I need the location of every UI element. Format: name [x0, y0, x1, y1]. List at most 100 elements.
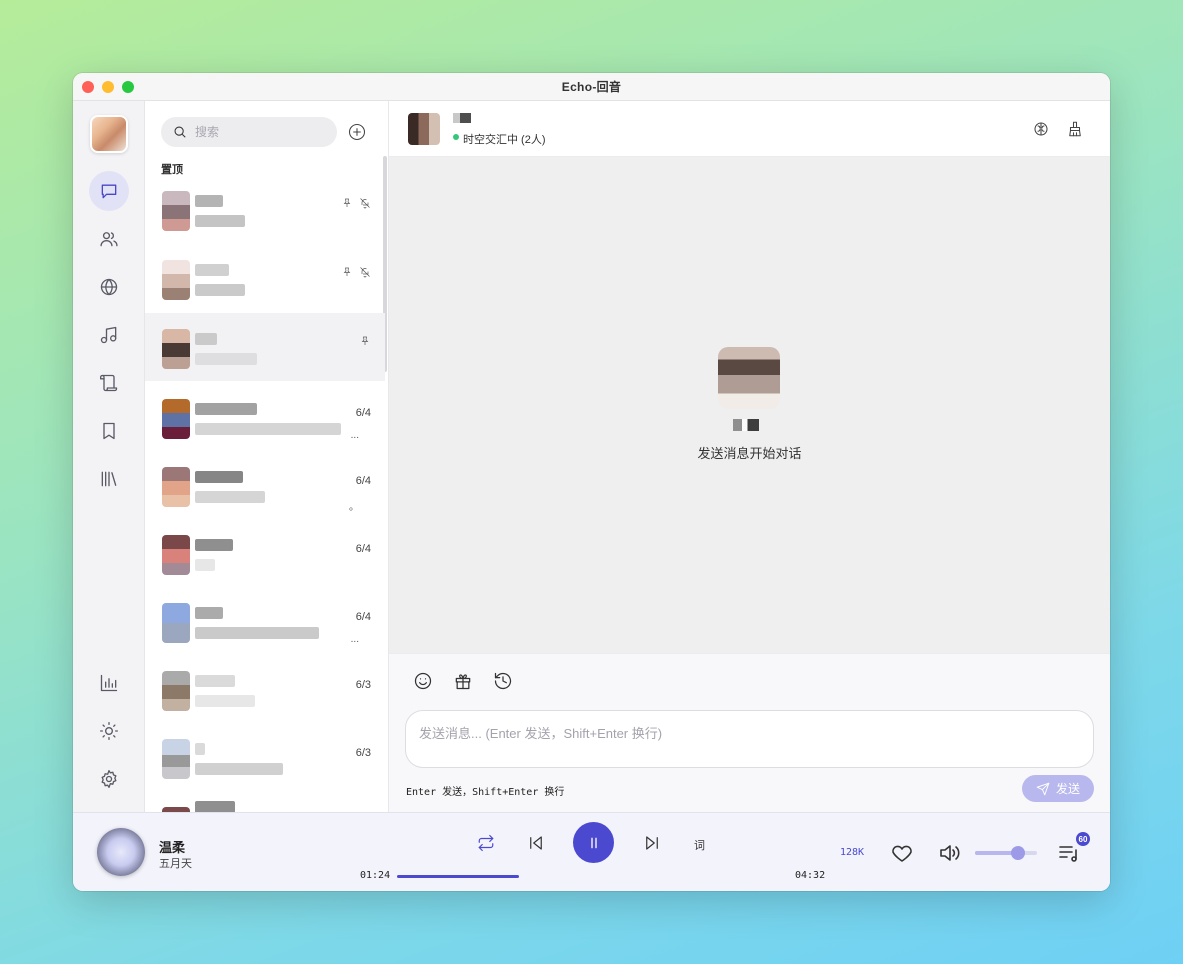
send-button[interactable]: 发送 — [1022, 775, 1094, 802]
conversation-item[interactable]: 6/3 — [145, 655, 385, 723]
conversation-item[interactable]: 6/4 — [145, 519, 385, 587]
conversation-date: 6/4 — [355, 475, 371, 487]
conversation-name — [195, 403, 257, 415]
repeat-icon — [478, 834, 494, 852]
like-button[interactable] — [890, 841, 914, 870]
conversation-item[interactable] — [145, 175, 385, 243]
conversation-avatar — [162, 329, 190, 369]
conversation-avatar — [162, 260, 190, 300]
window-title: Echo-回音 — [561, 80, 622, 94]
group-avatar[interactable] — [408, 113, 440, 145]
conversation-avatar — [162, 191, 190, 231]
conversation-item[interactable]: 6/4 ... — [145, 383, 385, 451]
queue-count-badge: 60 — [1076, 832, 1090, 846]
partner-avatar — [718, 347, 780, 409]
bell-off-icon — [360, 198, 370, 209]
conversation-status-icons — [359, 335, 371, 347]
volume-slider[interactable] — [975, 846, 1037, 860]
input-hint: Enter 发送，Shift+Enter 换行 — [406, 787, 565, 798]
album-art[interactable] — [97, 828, 145, 876]
sun-icon — [100, 722, 119, 740]
conversation-avatar — [162, 467, 190, 507]
conversation-item[interactable] — [145, 791, 385, 812]
lyrics-button[interactable]: 词 — [694, 837, 705, 853]
volume-button[interactable] — [937, 841, 961, 870]
conversation-item[interactable]: 6/3 — [145, 723, 385, 791]
scroll-icon — [100, 374, 118, 392]
volume-knob[interactable] — [1011, 846, 1026, 860]
group-status: 时空交汇中 (2人) — [463, 134, 546, 146]
plus-circle-icon — [348, 123, 366, 141]
window-controls — [82, 81, 134, 93]
partner-name — [733, 419, 759, 431]
conversation-preview — [195, 559, 215, 571]
conversation-preview — [195, 763, 283, 775]
next-button[interactable] — [643, 834, 661, 857]
gift-button[interactable] — [453, 671, 473, 691]
message-input[interactable] — [405, 710, 1094, 768]
conversation-item[interactable]: 6/4 ... — [145, 587, 385, 655]
gear-icon — [101, 770, 117, 788]
conversation-avatar — [162, 603, 190, 643]
history-button[interactable] — [493, 671, 513, 691]
conversation-snippet: 。 — [349, 502, 359, 513]
conversation-name — [195, 264, 229, 276]
conversation-name — [195, 539, 233, 551]
add-conversation-button[interactable] — [348, 123, 366, 141]
current-time: 01:24 — [360, 870, 391, 881]
conversation-snippet: ... — [350, 430, 359, 441]
bookmark-icon — [103, 422, 115, 440]
ai-brain-button[interactable] — [1032, 120, 1050, 138]
minimize-window-button[interactable] — [102, 81, 114, 93]
globe-icon — [100, 278, 118, 296]
conversation-status-icons — [341, 197, 371, 209]
sidebar — [73, 101, 145, 812]
conversation-item[interactable] — [145, 244, 385, 312]
nav-scroll[interactable] — [89, 363, 129, 403]
chart-icon — [100, 674, 118, 692]
close-window-button[interactable] — [82, 81, 94, 93]
pause-button[interactable] — [573, 822, 614, 863]
conversation-list: 置顶 — [145, 101, 389, 812]
clear-chat-button[interactable] — [1066, 120, 1084, 138]
audio-quality-badge[interactable]: 128K — [840, 847, 864, 858]
nav-explore[interactable] — [89, 267, 129, 307]
search-input[interactable] — [195, 125, 325, 139]
pin-icon — [343, 198, 351, 207]
emoji-button[interactable] — [413, 671, 433, 691]
search-box[interactable] — [161, 117, 337, 147]
smile-icon — [414, 672, 432, 690]
conversation-avatar — [162, 399, 190, 439]
send-icon — [1036, 782, 1050, 795]
total-time: 04:32 — [795, 870, 826, 881]
message-icon — [101, 184, 117, 199]
nav-contacts[interactable] — [89, 219, 129, 259]
nav-settings[interactable] — [89, 759, 129, 799]
heart-icon — [892, 845, 912, 862]
previous-button[interactable] — [527, 834, 545, 857]
conversation-snippet: ... — [350, 634, 359, 645]
nav-music[interactable] — [89, 315, 129, 355]
skip-forward-icon — [646, 836, 658, 850]
playlist-icon — [1059, 846, 1077, 862]
pause-icon — [590, 837, 597, 848]
progress-bar[interactable] — [397, 875, 793, 878]
users-icon — [100, 232, 118, 247]
playlist-button[interactable] — [1057, 841, 1081, 870]
conversation-name — [195, 333, 217, 345]
user-avatar[interactable] — [90, 115, 128, 153]
nav-library[interactable] — [89, 459, 129, 499]
conversation-item[interactable]: 6/4 。 — [145, 451, 385, 519]
nav-messages[interactable] — [89, 171, 129, 211]
repeat-button[interactable] — [477, 834, 495, 857]
message-composer: Enter 发送，Shift+Enter 换行 发送 — [389, 653, 1110, 812]
gift-icon — [455, 674, 471, 690]
conversation-date: 6/3 — [355, 747, 371, 759]
conversation-item-selected[interactable] — [145, 313, 385, 381]
zoom-window-button[interactable] — [122, 81, 134, 93]
nav-bookmarks[interactable] — [89, 411, 129, 451]
nav-theme[interactable] — [89, 711, 129, 751]
pin-icon — [343, 267, 351, 276]
nav-stats[interactable] — [89, 663, 129, 703]
conversation-date: 6/4 — [355, 543, 371, 555]
